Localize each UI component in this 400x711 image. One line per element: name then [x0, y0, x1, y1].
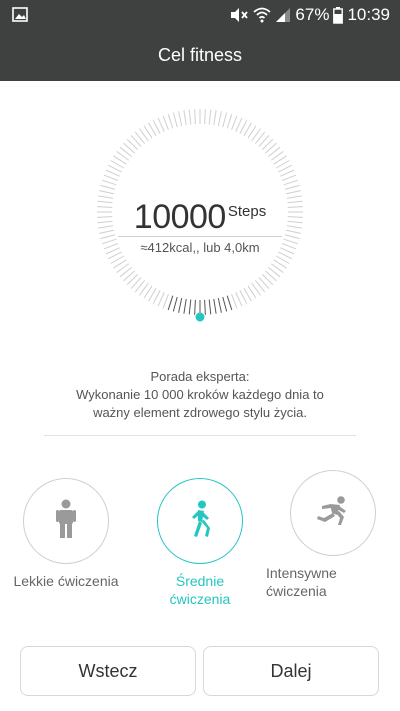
page-title: Cel fitness	[157, 45, 243, 65]
clock: 10:39	[347, 5, 390, 24]
dial-tick	[178, 297, 183, 313]
dial-tick	[208, 109, 212, 125]
level-light-label: Lekkie ćwiczenia	[13, 573, 119, 589]
dial-tick	[172, 112, 178, 128]
dial-tick	[239, 290, 248, 304]
status-bar: 67% 10:39	[0, 0, 400, 30]
signal-icon	[275, 7, 291, 23]
wifi-icon	[253, 7, 272, 23]
level-intense-circle[interactable]	[290, 470, 376, 556]
dial-indicator-dot[interactable]	[195, 312, 205, 322]
dial-tick	[178, 111, 183, 127]
level-medium-label: Średnie ćwiczenia	[169, 573, 231, 607]
dial-tick	[167, 113, 174, 129]
step-goal-value: 10000	[133, 198, 227, 236]
dial-tick	[183, 298, 187, 314]
level-intense-label-line-1: Intensywne	[266, 565, 337, 581]
dial-tick	[284, 234, 300, 240]
dial-tick	[231, 293, 238, 309]
dial-tick	[101, 179, 117, 186]
level-medium-circle[interactable]	[157, 478, 243, 564]
title-bar: Cel fitness	[0, 30, 400, 81]
tip-line-2: ważny element zdrowego stylu życia.	[93, 405, 307, 420]
battery-icon	[333, 6, 344, 24]
dial-tick	[283, 179, 299, 186]
dial-tick	[167, 295, 174, 311]
level-light-circle[interactable]	[23, 478, 109, 564]
dial-tick	[239, 120, 248, 134]
dial-tick	[99, 190, 115, 195]
dial-tick	[208, 299, 212, 315]
back-button[interactable]: Wstecz	[20, 646, 196, 696]
dial-tick	[105, 169, 120, 177]
dial-tick	[278, 164, 292, 173]
dial-tick	[235, 117, 243, 132]
dial-tick	[162, 293, 169, 309]
expert-tip: Porada eksperta: Wykonanie 10 000 kroków…	[0, 368, 400, 422]
step-goal-unit: Steps	[227, 203, 267, 220]
dial-divider	[118, 236, 282, 237]
dial-tick	[217, 297, 222, 313]
battery-percent: 67%	[295, 5, 330, 24]
dial-tick	[157, 117, 165, 132]
dial-tick	[226, 113, 233, 129]
dial-tick	[194, 299, 196, 315]
level-intense-label-line-2: ćwiczenia	[266, 583, 327, 599]
dial-tick	[152, 120, 161, 134]
step-goal-display: 10000 Steps	[0, 198, 400, 236]
dial-tick	[152, 290, 161, 304]
dial-tick	[235, 292, 243, 307]
dial-tick	[226, 295, 233, 311]
next-button[interactable]: Dalej	[203, 646, 379, 696]
dial-tick	[280, 169, 295, 177]
dial-tick	[183, 110, 187, 126]
dial-tick	[213, 298, 217, 314]
level-medium-exercise[interactable]: Średnie ćwiczenia	[145, 478, 255, 608]
dial-tick	[204, 299, 206, 315]
dial-tick	[194, 109, 196, 125]
energy-estimate: ≈412kcal,, lub 4,0km	[140, 240, 260, 255]
dial-tick	[222, 296, 228, 312]
dial-tick	[100, 184, 116, 190]
dial-tick	[222, 112, 228, 128]
mute-icon	[229, 7, 249, 23]
standing-person-icon	[55, 499, 77, 544]
dial-tick	[284, 184, 300, 190]
tip-line-1: Wykonanie 10 000 kroków każdego dnia to	[76, 387, 324, 402]
walking-person-icon	[186, 500, 214, 543]
dial-tick	[204, 109, 206, 125]
level-intense-exercise[interactable]: Intensywne ćwiczenia	[266, 470, 386, 600]
dial-tick	[188, 299, 192, 315]
tip-title: Porada eksperta:	[150, 369, 250, 384]
dial-tick	[285, 190, 301, 195]
dial-tick	[157, 292, 165, 307]
divider	[44, 435, 356, 436]
level-light-exercise[interactable]: Lekkie ćwiczenia	[11, 478, 121, 590]
gallery-icon	[12, 7, 28, 22]
dial-tick	[172, 296, 178, 312]
dial-tick	[188, 109, 192, 125]
running-person-icon	[316, 495, 350, 531]
dial-tick	[100, 234, 116, 240]
dial-tick	[281, 174, 297, 181]
level-intense-label: Intensywne ćwiczenia	[266, 564, 386, 600]
dial-tick	[103, 174, 119, 181]
dial-tick	[162, 115, 169, 131]
dial-tick	[231, 115, 238, 131]
dial-tick	[217, 111, 222, 127]
dial-tick	[213, 110, 217, 126]
dial-tick	[108, 164, 122, 173]
